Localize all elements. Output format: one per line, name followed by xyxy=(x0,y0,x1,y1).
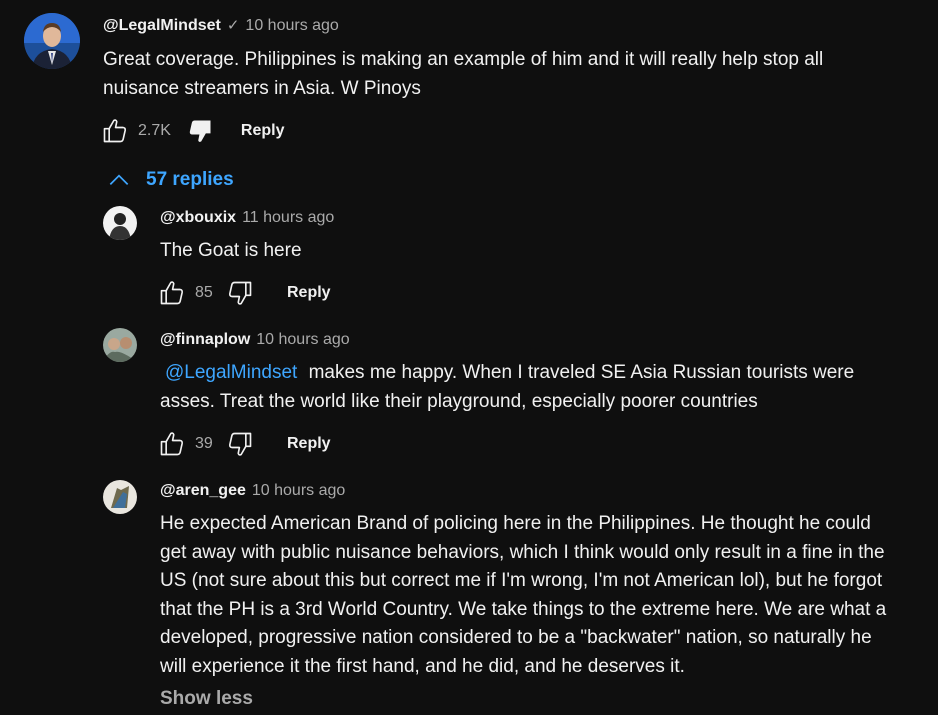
thumbs-up-icon xyxy=(160,281,184,305)
like-button[interactable] xyxy=(157,279,187,307)
avatar-xbouxix[interactable] xyxy=(103,206,137,240)
reply-button[interactable]: Reply xyxy=(241,122,285,140)
like-button[interactable] xyxy=(157,430,187,458)
comment-actions: 2.7K Reply xyxy=(100,117,285,145)
avatar-image xyxy=(103,206,137,240)
comment-text-line: makes me happy. When I traveled SE Asia … xyxy=(303,362,855,383)
comment-time[interactable]: 10 hours ago xyxy=(256,331,349,349)
dislike-button[interactable] xyxy=(225,430,255,458)
comments-section: @LegalMindset ✓ 10 hours ago Great cover… xyxy=(0,0,938,715)
comment-text-line: He expected American Brand of policing h… xyxy=(160,513,871,534)
comment-header: @xbouxix 11 hours ago xyxy=(160,209,334,227)
comment-actions: 85 Reply xyxy=(157,279,331,307)
comment-header: @LegalMindset ✓ 10 hours ago xyxy=(103,16,339,35)
show-less-button[interactable]: Show less xyxy=(160,688,253,710)
avatar-image xyxy=(103,328,137,362)
author-name[interactable]: @finnaplow xyxy=(160,331,250,349)
chevron-up-icon xyxy=(109,174,129,185)
like-count: 85 xyxy=(195,284,213,301)
replies-toggle-button[interactable]: 57 replies xyxy=(106,166,234,194)
comment-text-line: developed, progressive nation considered… xyxy=(160,627,872,649)
comment-time[interactable]: 10 hours ago xyxy=(245,17,338,35)
comment-time[interactable]: 11 hours ago xyxy=(242,209,334,227)
reply-button[interactable]: Reply xyxy=(287,284,331,302)
author-name[interactable]: @aren_gee xyxy=(160,482,246,500)
author-name[interactable]: @LegalMindset xyxy=(103,17,221,35)
comment-header: @aren_gee 10 hours ago xyxy=(160,482,345,500)
mention-link[interactable]: @LegalMindset xyxy=(165,362,297,383)
thumbs-down-filled-icon xyxy=(189,120,211,142)
avatar-legalmindset[interactable] xyxy=(24,13,80,69)
comment-header: @finnaplow 10 hours ago xyxy=(160,331,350,349)
like-button[interactable] xyxy=(100,117,130,145)
thumbs-up-icon xyxy=(160,432,184,456)
like-count: 39 xyxy=(195,435,213,452)
dislike-button[interactable] xyxy=(225,279,255,307)
avatar-image xyxy=(103,480,137,514)
comment-text-line: US (not sure about this but correct me i… xyxy=(160,570,883,592)
reply-button[interactable]: Reply xyxy=(287,435,331,453)
comment-actions: 39 Reply xyxy=(157,430,331,458)
comment-text-line: Great coverage. Philippines is making an… xyxy=(103,49,824,70)
comment-time[interactable]: 10 hours ago xyxy=(252,482,345,500)
dislike-button[interactable] xyxy=(185,117,215,145)
author-name[interactable]: @xbouxix xyxy=(160,209,236,227)
check-icon: ✓ xyxy=(226,17,240,34)
comment-text-line: The Goat is here xyxy=(160,240,302,261)
comment-text: Great coverage. Philippines is making an… xyxy=(103,46,923,103)
thumbs-down-icon xyxy=(228,432,252,456)
avatar-aren-gee[interactable] xyxy=(103,480,137,514)
thumbs-up-icon xyxy=(103,119,127,143)
comment-text-line: will experience it the first hand, and h… xyxy=(160,655,685,677)
replies-count-label: 57 replies xyxy=(146,169,234,190)
comment-text: @LegalMindset makes me happy. When I tra… xyxy=(160,359,930,416)
avatar-finnaplow[interactable] xyxy=(103,328,137,362)
like-count: 2.7K xyxy=(138,122,171,139)
comment-text: The Goat is here xyxy=(160,237,302,266)
thumbs-down-icon xyxy=(228,281,252,305)
comment-text-line: get away with public nuisance behaviors,… xyxy=(160,541,885,563)
comment-text-line: asses. Treat the world like their playgr… xyxy=(160,390,758,412)
avatar-image xyxy=(24,13,80,69)
comment-text-line: that the PH is a 3rd World Country. We t… xyxy=(160,598,887,620)
comment-text: He expected American Brand of policing h… xyxy=(160,510,938,682)
comment-text-line: nuisance streamers in Asia. W Pinoys xyxy=(103,77,421,99)
